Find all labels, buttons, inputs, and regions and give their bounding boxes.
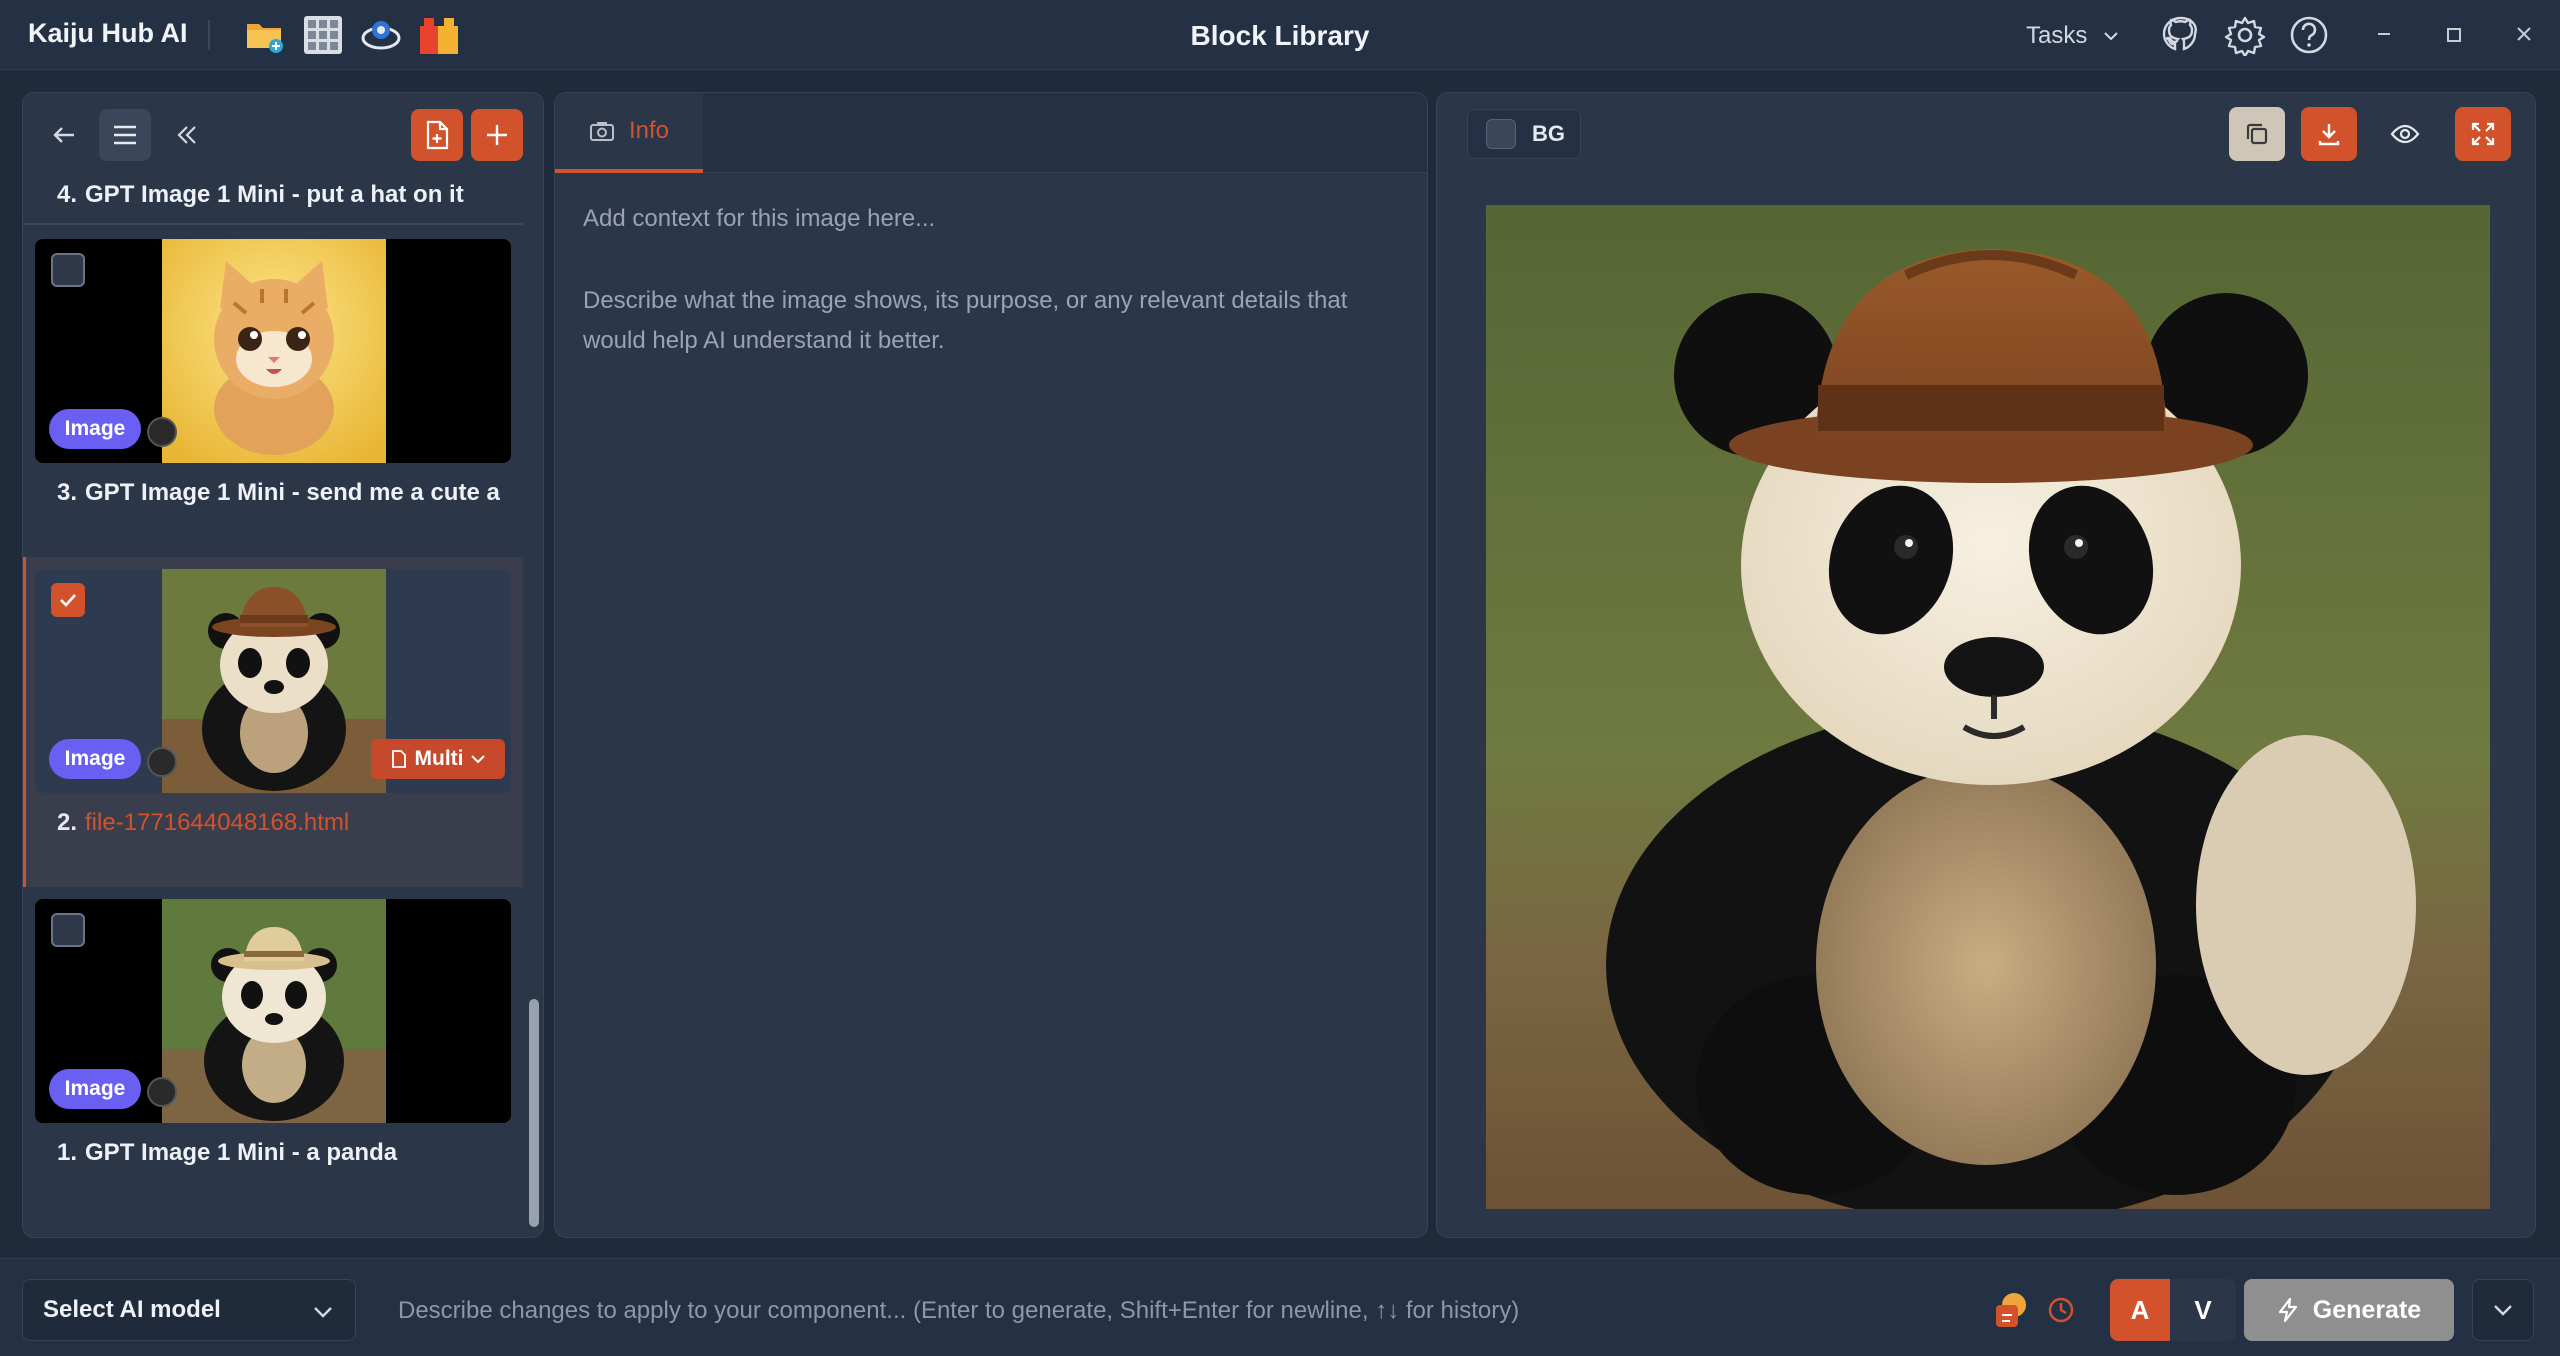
model-icon bbox=[147, 747, 177, 777]
image-badge: Image bbox=[49, 409, 141, 449]
titlebar: Kaiju Hub AI Block Library Tasks bbox=[0, 0, 2560, 70]
fullscreen-button[interactable] bbox=[2455, 107, 2511, 161]
image-badge: Image bbox=[49, 1069, 141, 1109]
hamburger-icon bbox=[114, 125, 136, 145]
chevron-down-icon bbox=[2104, 28, 2118, 46]
mode-toggle[interactable]: A V bbox=[2110, 1279, 2236, 1341]
context-help-text: Describe what the image shows, its purpo… bbox=[583, 287, 1348, 354]
add-button[interactable] bbox=[471, 109, 523, 161]
model-select-label: Select AI model bbox=[43, 1296, 221, 1323]
model-select[interactable]: Select AI model bbox=[22, 1279, 356, 1341]
tab-info[interactable]: Info bbox=[555, 93, 703, 173]
lightning-icon bbox=[2278, 1297, 2297, 1323]
list-item-title[interactable]: 1. GPT Image 1 Mini - a panda bbox=[57, 1139, 513, 1167]
context-input[interactable]: Add context for this image here... bbox=[583, 205, 935, 233]
library-list[interactable]: 4. GPT Image 1 Mini - put a hat on it Im… bbox=[23, 177, 523, 1237]
chevron-down-icon bbox=[313, 1298, 333, 1326]
list-item-number: 1. bbox=[57, 1139, 78, 1166]
prompt-bar: Select AI model A V Generate bbox=[0, 1258, 2560, 1356]
library-panel: 4. GPT Image 1 Mini - put a hat on it Im… bbox=[22, 92, 544, 1238]
list-item-title[interactable]: 3. GPT Image 1 Mini - send me a cute a bbox=[57, 479, 513, 507]
tab-info-label: Info bbox=[628, 117, 670, 144]
chevron-down-icon bbox=[471, 755, 486, 764]
list-item-number: 4. bbox=[57, 181, 78, 208]
image-badge: Image bbox=[49, 739, 141, 779]
preview-toolbar: BG bbox=[1437, 93, 2535, 173]
list-item-number: 2. bbox=[57, 809, 78, 836]
panda-with-hat-image bbox=[1486, 205, 2490, 1209]
select-checkbox[interactable] bbox=[51, 253, 85, 287]
close-icon[interactable] bbox=[2506, 18, 2542, 54]
back-button[interactable] bbox=[39, 109, 91, 161]
copy-icon bbox=[2246, 123, 2268, 145]
model-icon bbox=[147, 417, 177, 447]
panda-thumbnail bbox=[162, 899, 386, 1123]
multi-dropdown-button[interactable]: Multi bbox=[371, 739, 505, 779]
arrow-left-icon bbox=[53, 127, 74, 143]
panda-brown-hat-thumbnail bbox=[162, 569, 386, 793]
library-scrollbar[interactable] bbox=[529, 999, 539, 1227]
generate-label: Generate bbox=[2312, 1295, 2422, 1324]
file-icon bbox=[391, 750, 406, 768]
list-item[interactable]: Image bbox=[35, 899, 511, 1123]
image-preview bbox=[1486, 205, 2490, 1209]
generate-button[interactable]: Generate bbox=[2244, 1279, 2454, 1341]
check-icon bbox=[60, 594, 76, 607]
chevron-down-icon bbox=[2494, 1305, 2512, 1316]
camera-icon bbox=[589, 122, 614, 141]
tasks-label: Tasks bbox=[2026, 22, 2088, 49]
new-file-button[interactable] bbox=[411, 109, 463, 161]
generate-options-button[interactable] bbox=[2472, 1279, 2534, 1341]
bg-checkbox[interactable] bbox=[1486, 119, 1516, 149]
cat-thumbnail bbox=[162, 239, 386, 463]
list-item-selected[interactable]: Image Multi bbox=[35, 569, 511, 793]
bg-label: BG bbox=[1532, 121, 1565, 146]
download-button[interactable] bbox=[2301, 107, 2357, 161]
preview-toggle-button[interactable] bbox=[2377, 107, 2433, 161]
tasks-dropdown[interactable]: Tasks bbox=[2026, 22, 2118, 50]
tool-history-icon[interactable] bbox=[1992, 1291, 2032, 1331]
file-add-icon bbox=[426, 120, 449, 150]
download-icon bbox=[2318, 124, 2340, 146]
help-icon[interactable] bbox=[2288, 14, 2330, 56]
list-item-text: GPT Image 1 Mini - put a hat on it bbox=[85, 181, 464, 208]
menu-button[interactable] bbox=[99, 109, 151, 161]
select-checkbox-checked[interactable] bbox=[51, 583, 85, 617]
preview-panel: BG bbox=[1436, 92, 2536, 1238]
list-divider bbox=[23, 223, 523, 225]
expand-icon bbox=[2471, 122, 2495, 146]
model-icon bbox=[147, 1077, 177, 1107]
mode-v-button[interactable]: V bbox=[2170, 1279, 2236, 1341]
list-item-title[interactable]: 4. GPT Image 1 Mini - put a hat on it bbox=[57, 181, 513, 209]
plus-icon bbox=[487, 125, 507, 145]
list-item-title[interactable]: 2. file-1771644048168.html bbox=[57, 809, 513, 837]
mode-a-button[interactable]: A bbox=[2110, 1279, 2170, 1341]
gear-icon[interactable] bbox=[2224, 14, 2266, 58]
prompt-input[interactable] bbox=[398, 1287, 1958, 1335]
collapse-button[interactable] bbox=[161, 109, 213, 161]
chevrons-left-icon bbox=[177, 126, 196, 144]
copy-button[interactable] bbox=[2229, 107, 2285, 161]
minimize-icon[interactable] bbox=[2366, 18, 2402, 54]
clock-icon[interactable] bbox=[2046, 1295, 2076, 1325]
list-item-text: GPT Image 1 Mini - a panda bbox=[85, 1139, 398, 1166]
multi-label: Multi bbox=[414, 747, 464, 770]
list-item-text: file-1771644048168.html bbox=[85, 809, 350, 836]
maximize-icon[interactable] bbox=[2436, 18, 2472, 54]
select-checkbox[interactable] bbox=[51, 913, 85, 947]
tab-bar: Info bbox=[555, 93, 1427, 173]
list-item-text: GPT Image 1 Mini - send me a cute a bbox=[85, 479, 500, 506]
bg-toggle[interactable]: BG bbox=[1467, 109, 1581, 159]
github-icon[interactable] bbox=[2160, 14, 2202, 56]
list-item-number: 3. bbox=[57, 479, 78, 506]
info-panel: Info Add context for this image here... … bbox=[554, 92, 1428, 1238]
eye-icon bbox=[2390, 124, 2420, 144]
list-item[interactable]: Image bbox=[35, 239, 511, 463]
